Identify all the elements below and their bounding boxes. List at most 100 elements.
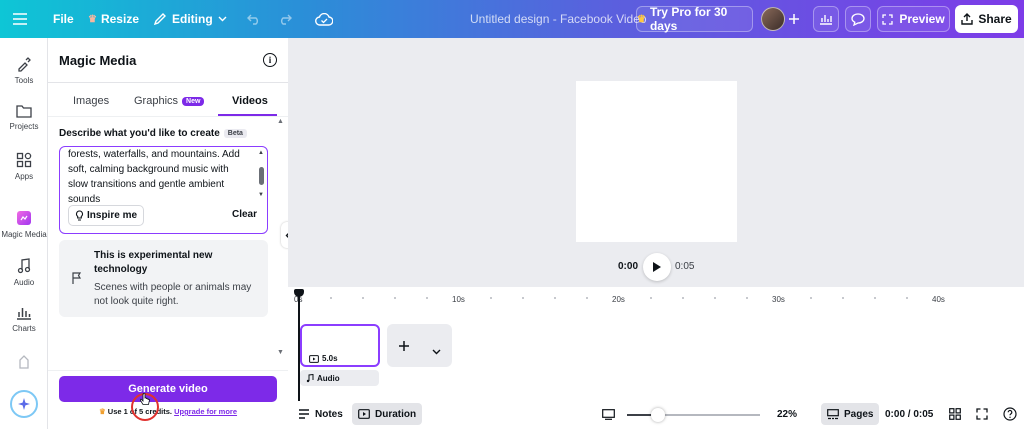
- design-page[interactable]: [576, 81, 737, 242]
- rail-item-audio[interactable]: Audio: [0, 258, 48, 287]
- timeline-ruler-dot: [746, 297, 748, 299]
- crown-icon: ♛: [88, 13, 97, 25]
- pages-icon: [827, 408, 839, 419]
- play-button[interactable]: [643, 253, 671, 281]
- timeline-ruler-dot: [874, 297, 876, 299]
- play-icon: [653, 262, 661, 272]
- pencil-icon: [153, 13, 166, 26]
- audio-track[interactable]: Audio: [300, 370, 379, 386]
- tab-label: Images: [73, 95, 110, 107]
- resize-button[interactable]: ♛ Resize: [88, 0, 139, 38]
- zoom-slider-thumb[interactable]: [651, 408, 665, 422]
- clip-duration: 5.0s: [309, 354, 338, 363]
- new-badge: New: [182, 97, 205, 106]
- panel-scroll-up-icon[interactable]: ▲: [277, 118, 285, 125]
- playhead-handle[interactable]: [294, 289, 304, 297]
- info-icon[interactable]: i: [263, 53, 277, 67]
- notice-title: This is experimental new technology: [94, 250, 213, 275]
- divider: [48, 370, 288, 371]
- add-options-button[interactable]: [432, 342, 441, 360]
- preview-label: Preview: [899, 12, 945, 26]
- tab-images[interactable]: Images: [73, 95, 109, 107]
- timeline-ruler-dot: [842, 297, 844, 299]
- try-pro-label: Try Pro for 30 days: [649, 5, 728, 33]
- sparkle-icon: [18, 398, 30, 410]
- rail-item-more[interactable]: [0, 354, 48, 370]
- lightbulb-icon: [75, 210, 84, 221]
- avatar[interactable]: [761, 7, 785, 31]
- notes-button[interactable]: Notes: [298, 403, 343, 425]
- share-button[interactable]: Share: [955, 5, 1018, 33]
- magic-media-icon: [17, 211, 31, 225]
- apps-icon: [16, 152, 32, 168]
- inspire-me-button[interactable]: Inspire me: [68, 205, 145, 226]
- prompt-label-text: Describe what you'd like to create: [59, 128, 220, 139]
- clear-button[interactable]: Clear: [232, 209, 257, 220]
- duration-button[interactable]: Duration: [352, 403, 423, 425]
- textarea-scrollbar[interactable]: ▲ ▼: [257, 149, 265, 203]
- add-page-button[interactable]: [398, 339, 410, 357]
- tools-icon: [18, 57, 31, 72]
- rail-item-tools[interactable]: Tools: [0, 56, 48, 85]
- tab-videos[interactable]: Videos: [232, 95, 268, 107]
- tab-label: Graphics: [134, 95, 179, 107]
- share-label: Share: [978, 12, 1012, 26]
- hand-cursor-icon: [139, 392, 150, 412]
- help-icon[interactable]: [1003, 403, 1017, 425]
- duration-label: Duration: [375, 408, 417, 420]
- rail-item-charts[interactable]: Charts: [0, 306, 48, 333]
- flag-icon: [72, 272, 82, 284]
- fullscreen-icon[interactable]: [976, 403, 988, 425]
- zoom-level[interactable]: 22%: [777, 403, 797, 425]
- left-rail: Tools Projects Apps Magic Media Audio Ch…: [0, 38, 48, 429]
- upgrade-link[interactable]: Upgrade for more: [174, 407, 237, 416]
- editing-dropdown[interactable]: Editing: [153, 0, 227, 38]
- video-icon: [358, 409, 370, 419]
- try-pro-button[interactable]: ♛ Try Pro for 30 days: [636, 5, 753, 33]
- timeline-tick: 20s: [612, 295, 625, 304]
- timeline-ruler-dot: [714, 297, 716, 299]
- rail-item-apps[interactable]: Apps: [0, 152, 48, 181]
- chevron-down-icon: [432, 349, 441, 355]
- file-label: File: [53, 12, 74, 26]
- timeline-ruler-dot: [490, 297, 492, 299]
- magic-media-panel: Magic Media i Images Graphics New Videos …: [48, 38, 288, 429]
- doc-title-text: Untitled design - Facebook Video: [470, 12, 647, 26]
- cloud-save-icon[interactable]: [315, 0, 333, 38]
- tab-graphics[interactable]: Graphics New: [134, 95, 205, 107]
- timeline-ruler-dot: [906, 297, 908, 299]
- rail-item-magic-media[interactable]: Magic Media: [0, 210, 48, 239]
- add-collaborator-icon[interactable]: [788, 0, 800, 38]
- zoom-slider-track[interactable]: [627, 408, 760, 422]
- generate-video-button[interactable]: Generate video: [59, 376, 277, 402]
- folder-icon: [16, 105, 32, 118]
- notice-body: Scenes with people or animals may not lo…: [94, 282, 252, 307]
- comment-icon[interactable]: [845, 6, 871, 32]
- undo-icon[interactable]: [247, 0, 261, 38]
- display-icon[interactable]: [602, 403, 615, 425]
- file-menu[interactable]: File: [53, 0, 74, 38]
- preview-button[interactable]: Preview: [877, 6, 950, 32]
- expand-icon: [882, 13, 893, 25]
- audio-label: Audio: [317, 373, 340, 383]
- editing-label: Editing: [172, 12, 213, 26]
- timeline-tick: 30s: [772, 295, 785, 304]
- time-display: 0:00 / 0:05: [885, 408, 934, 420]
- panel-scroll-down-icon[interactable]: ▼: [277, 349, 285, 356]
- video-clip[interactable]: 5.0s: [300, 324, 380, 367]
- rail-item-projects[interactable]: Projects: [0, 104, 48, 131]
- rail-label: Apps: [14, 172, 34, 181]
- redo-icon[interactable]: [278, 0, 292, 38]
- prompt-textarea[interactable]: forests, waterfalls, and mountains. Add …: [59, 146, 268, 234]
- pages-button[interactable]: Pages: [821, 403, 880, 425]
- document-title[interactable]: Untitled design - Facebook Video: [470, 0, 647, 38]
- menu-icon[interactable]: [13, 0, 33, 38]
- analytics-icon[interactable]: [813, 6, 839, 32]
- rail-label: Charts: [12, 324, 36, 333]
- grid-view-icon[interactable]: [949, 403, 961, 425]
- tab-label: Videos: [232, 95, 268, 107]
- magic-assistant-button[interactable]: [10, 390, 38, 418]
- timeline-ruler-dot: [522, 297, 524, 299]
- timeline-ruler-dot: [426, 297, 428, 299]
- timeline-ruler-dot: [362, 297, 364, 299]
